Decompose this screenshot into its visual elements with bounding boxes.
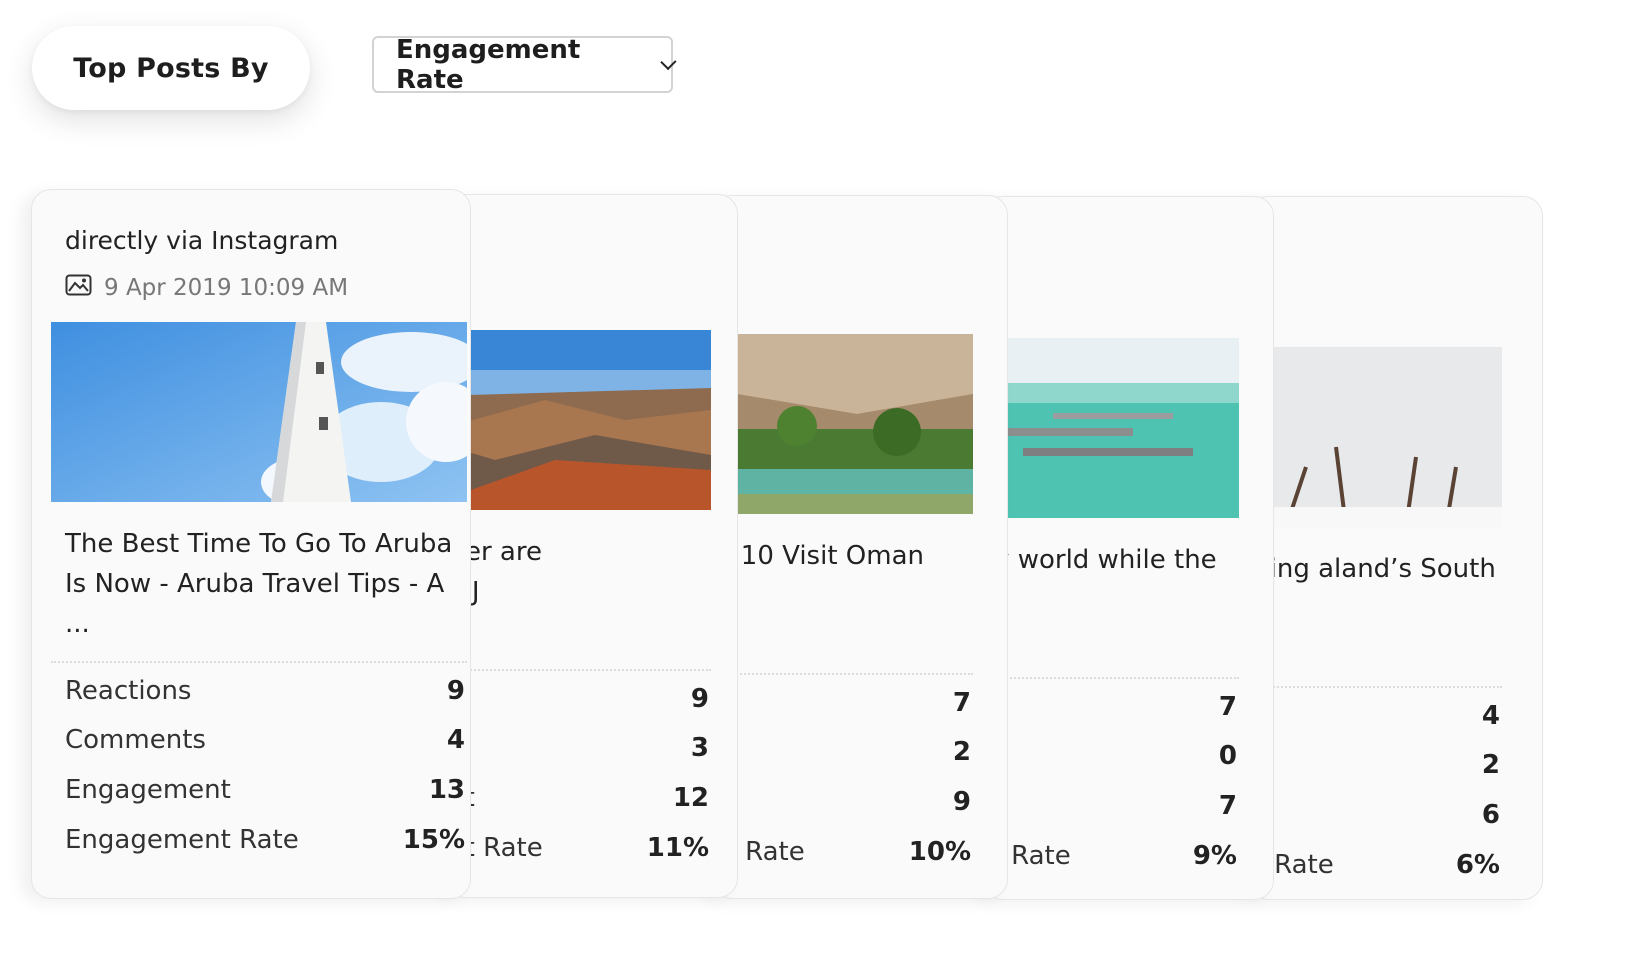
stat-row: Comments3 [446,733,709,763]
stat-row: Engagement12 [446,783,709,813]
post-card[interactable]: Instagram19 08:50 PM el Video and 10 Vis… [712,195,1008,899]
image-icon [65,274,104,302]
stat-value: 6% [1455,850,1500,880]
post-title[interactable]: el Video and 10 Visit Oman Guide [713,536,971,616]
stat-row: Comments2 [713,737,971,767]
stat-value: 12 [672,783,709,813]
stat-row: Engagement Rate6% [1249,850,1500,880]
stat-label: Engagement [65,775,231,805]
stat-row: Comments 4 [65,725,465,755]
post-title[interactable]: pics: epic hiking aland’s South Is- [1249,549,1500,629]
stat-value: 7 [1218,692,1237,722]
stat-value: 0 [1218,741,1237,771]
stat-row: Reactions 9 [65,676,465,706]
stat-value: 4 [1481,701,1500,731]
post-date-text: 9 Apr 2019 10:09 AM [104,275,349,301]
stat-value: 13 [428,775,465,805]
divider [1249,686,1502,688]
post-date: 9 Apr 2019 10:09 AM [65,274,348,302]
top-posts-label: Top Posts By [32,26,310,110]
post-image[interactable] [446,330,711,510]
stat-value: 11% [646,833,709,863]
stat-row: Engagement Rate10% [713,837,971,867]
stat-value: 9 [690,684,709,714]
stat-value: 7 [952,688,971,718]
stat-row: Engagement Rate11% [446,833,709,863]
stat-row: Reactions9 [446,684,709,714]
stat-row: Comments0 [983,741,1237,771]
stat-value: 15% [402,825,465,855]
post-image[interactable] [713,334,973,514]
sort-by-value: Engagement Rate [396,34,581,95]
stat-label: Comments [65,725,206,755]
post-title[interactable]: of backpacker are bit.ly/2YVSjyJ [446,532,709,612]
post-title[interactable]: The Best Time To Go To Aruba Is Now - Ar… [65,524,465,644]
stat-row: Reactions4 [1249,701,1500,731]
stat-row: Engagement7 [983,791,1237,821]
stat-row: Comments2 [1249,750,1500,780]
stat-label: Reactions [65,676,192,706]
stat-value: 4 [446,725,465,755]
stat-row: Engagement 13 [65,775,465,805]
stat-row: Engagement Rate9% [983,841,1237,871]
divider [446,669,711,671]
stat-value: 2 [952,737,971,767]
divider [983,677,1239,679]
divider [51,661,467,663]
post-card[interactable]: nstagram19 01:51 PM avel half way world … [982,196,1274,900]
post-image[interactable] [983,338,1239,518]
stat-value: 6 [1481,800,1500,830]
stat-value: 9% [1192,841,1237,871]
stat-value: 10% [908,837,971,867]
stat-label: Engagement Rate [65,825,299,855]
chevron-down-icon [659,53,677,70]
stat-value: 7 [1218,791,1237,821]
stat-value: 9 [446,676,465,706]
post-image[interactable] [1249,347,1502,527]
stat-value: 3 [690,733,709,763]
stat-row: Reactions7 [713,688,971,718]
stat-row: Reactions7 [983,692,1237,722]
post-card[interactable]: nstagram19 06:16 AM of backpacker are bi… [445,194,738,898]
post-source: directly via Instagram [65,226,339,255]
sort-by-dropdown[interactable]: Engagement Rate [372,34,677,95]
post-card[interactable]: nstagram019 01:33 PM pics: epic hiking a… [1248,196,1543,900]
post-image[interactable] [51,322,467,502]
post-title[interactable]: avel half way world while the [983,540,1237,580]
divider [713,673,973,675]
stat-value: 2 [1481,750,1500,780]
stat-value: 9 [952,787,971,817]
stat-row: Engagement9 [713,787,971,817]
stat-row: Engagement6 [1249,800,1500,830]
stat-row: Engagement Rate 15% [65,825,465,855]
post-card[interactable]: directly via Instagram 9 Apr 2019 10:09 A… [31,189,471,899]
